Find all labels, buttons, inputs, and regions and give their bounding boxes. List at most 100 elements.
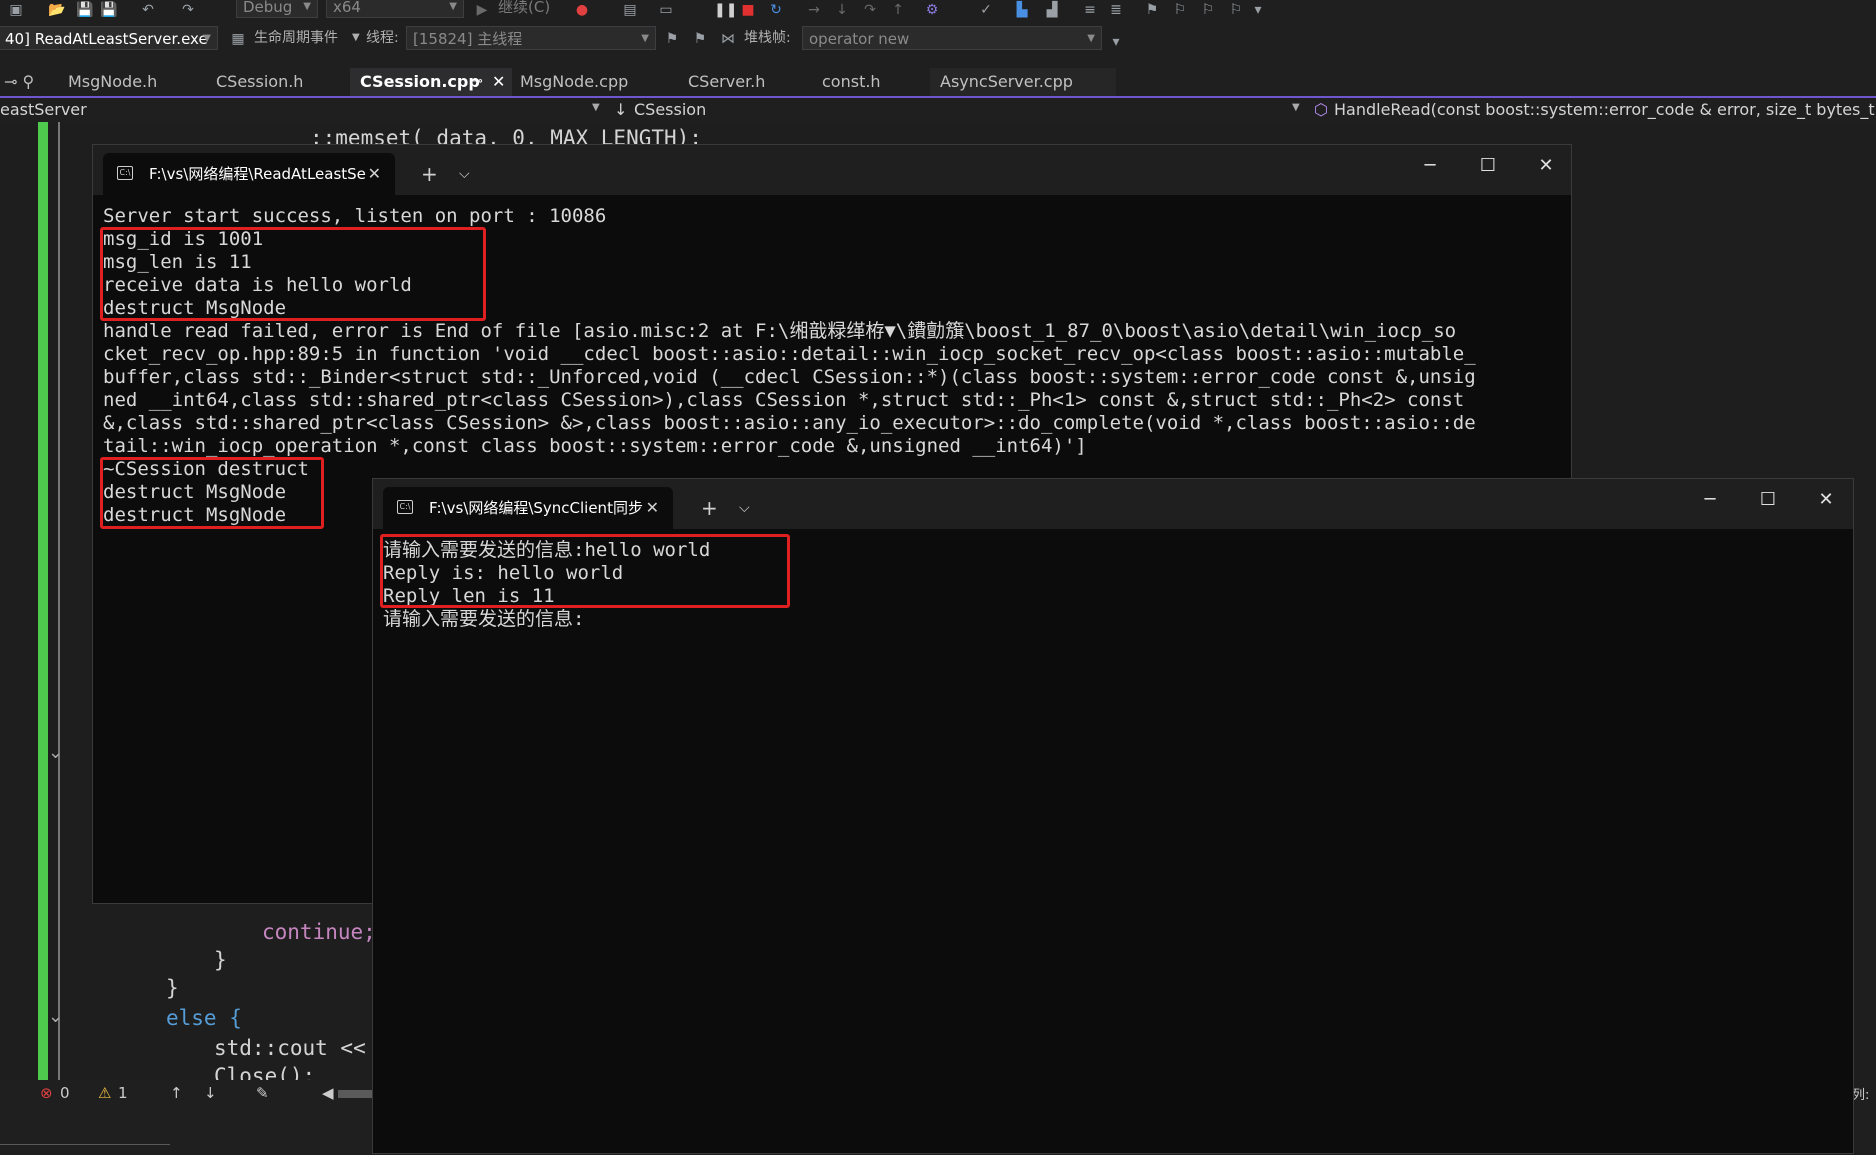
highlight-box [100,457,324,529]
overflow-icon[interactable]: ▾ [1108,34,1124,50]
continue-button[interactable]: 继续(C) [498,0,550,17]
flag-threads-icon[interactable]: ⚑ [692,31,708,47]
maximize-icon[interactable]: ☐ [1459,145,1517,187]
client-console-window[interactable]: C:\ F:\vs\网络编程\SyncClient同步 ✕ + ⌵ ─ ☐ ✕ … [372,478,1854,1154]
save-all-icon[interactable]: 💾 [100,2,117,18]
collapse-icon[interactable]: ⌄ [48,1006,63,1027]
uncomment-icon[interactable]: ▟ [1044,2,1060,18]
stackframe-dropdown[interactable]: operator new ▼ [802,26,1102,50]
lifecycle-label[interactable]: 生命周期事件 [254,26,338,50]
save-icon[interactable]: 💾 [76,2,93,18]
member-scope[interactable]: HandleRead(const boost::system::error_co… [1334,100,1876,119]
next-bookmark-icon[interactable]: ⚐ [1200,2,1216,18]
code-line: } [166,976,179,1000]
tab-csession-cpp[interactable]: CSession.cpp ⊸ ✕ [350,68,512,96]
process-value: 40] ReadAtLeastServer.exe [5,30,208,48]
collapse-icon[interactable]: ⌄ [48,742,63,763]
chevron-down-icon[interactable]: ▼ [592,102,600,113]
stack-icon[interactable]: ⋈ [720,31,736,47]
tab-label: CSession.cpp [360,72,480,91]
step-over-icon[interactable]: ↷ [862,2,878,18]
overflow-icon[interactable]: ▾ [1250,2,1266,18]
show-next-statement-icon[interactable]: → [806,2,822,18]
document-tab-bar: ⊸ ⚲ MsgNode.h CSession.h CSession.cpp ⊸ … [0,68,1876,98]
horizontal-scrollbar[interactable] [338,1090,372,1098]
new-project-icon[interactable]: ▣ [8,2,24,18]
diagnostics-icon[interactable]: ⚙ [924,2,940,18]
config-dropdown[interactable]: Debug ▼ [236,0,318,18]
bookmark-icon[interactable]: ⚑ [1144,2,1160,18]
console-tab-title: F:\vs\网络编程\SyncClient同步 [429,499,643,517]
undo-icon[interactable]: ↶ [140,2,156,18]
code-line: Close(); [214,1064,316,1080]
navigation-bar: eastServer ▼ ↓ CSession ▼ ⬡ HandleRead(c… [0,98,1876,122]
prev-bookmark-icon[interactable]: ⚐ [1172,2,1188,18]
close-icon[interactable]: ✕ [492,68,505,96]
clear-bookmarks-icon[interactable]: ⚐ [1228,2,1244,18]
new-tab-icon[interactable]: + [421,153,438,195]
class-scope[interactable]: CSession [634,100,706,119]
change-tracking-bar [38,122,48,1080]
solution-explorer-icon[interactable]: ▤ [622,2,638,18]
tab-asyncserver-cpp[interactable]: AsyncServer.cpp [930,68,1116,96]
play-icon[interactable]: ▶ [474,2,490,18]
step-out-icon[interactable]: ↑ [890,2,906,18]
console-tab[interactable]: C:\ F:\vs\网络编程\SyncClient同步 ✕ [383,487,673,529]
thread-dropdown[interactable]: [15824] 主线程 ▼ [406,26,656,50]
close-icon[interactable]: ✕ [646,487,659,529]
new-tab-icon[interactable]: + [701,487,718,529]
process-dropdown[interactable]: 40] ReadAtLeastServer.exe ▼ [0,26,218,50]
close-icon[interactable]: ✕ [368,153,381,195]
error-count[interactable]: 0 [60,1084,70,1102]
stop-icon[interactable]: ■ [740,2,756,18]
chevron-down-icon[interactable]: ⌵ [459,153,470,195]
class-scope-icon: ↓ [614,100,628,119]
tab-csession-h[interactable]: CSession.h [206,68,348,96]
flag-icon[interactable]: ⚑ [664,31,680,47]
platform-dropdown[interactable]: x64 ▼ [326,0,464,18]
method-icon: ⬡ [1314,100,1328,119]
console-line: handle read failed, error is End of file… [103,320,1457,342]
chevron-down-icon: ▼ [203,33,211,44]
project-scope[interactable]: eastServer [0,100,87,119]
restart-icon[interactable]: ↻ [768,2,784,18]
pin-icon[interactable]: ⊸ [472,68,483,96]
code-line: continue; [262,920,376,944]
panel-search[interactable] [0,1144,170,1155]
close-window-icon[interactable]: ✕ [1797,479,1855,521]
highlight-box [100,227,486,321]
console-output[interactable]: 请输入需要发送的信息:hello world Reply is: hello w… [373,529,1853,1153]
config-value: Debug [243,0,293,16]
outdent-icon[interactable]: ≣ [1108,2,1124,18]
previous-issue-icon[interactable]: ↑ [170,1084,183,1102]
spell-check-icon[interactable]: ✓ [978,2,994,18]
tab-cserver-h[interactable]: CServer.h [678,68,812,96]
chevron-down-icon[interactable]: ⌵ [739,487,750,529]
next-issue-icon[interactable]: ↓ [204,1084,217,1102]
pause-icon[interactable]: ❚❚ [714,2,737,18]
tab-msgnode-h[interactable]: MsgNode.h [58,68,204,96]
cleanup-icon[interactable]: ✎ [256,1084,269,1102]
console-line: ned __int64,class std::shared_ptr<class … [103,389,1465,411]
hot-reload-icon[interactable]: ● [574,2,590,18]
comment-icon[interactable]: ▙ [1014,2,1030,18]
console-tab[interactable]: C:\ F:\vs\网络编程\ReadAtLeastSe ✕ [103,153,395,195]
tab-msgnode-cpp[interactable]: MsgNode.cpp [510,68,674,96]
lifecycle-icon: ▦ [231,31,245,47]
close-window-icon[interactable]: ✕ [1517,145,1575,187]
tab-const-h[interactable]: const.h [812,68,930,96]
chevron-down-icon[interactable]: ▼ [1292,102,1300,113]
open-folder-icon[interactable]: 📂 [48,2,65,18]
minimize-icon[interactable]: ─ [1401,145,1459,187]
redo-icon[interactable]: ↷ [180,2,196,18]
scroll-left-icon[interactable]: ◀ [322,1084,334,1102]
minimize-icon[interactable]: ─ [1681,479,1739,521]
maximize-icon[interactable]: ☐ [1739,479,1797,521]
step-into-icon[interactable]: ↓ [834,2,850,18]
pin-icon[interactable]: ⊸ ⚲ [0,68,56,96]
warning-count[interactable]: 1 [118,1084,128,1102]
platform-value: x64 [333,0,361,16]
indent-icon[interactable]: ≡ [1082,2,1098,18]
chevron-down-icon: ▼ [303,1,311,12]
window-icon[interactable]: ▭ [658,2,674,18]
